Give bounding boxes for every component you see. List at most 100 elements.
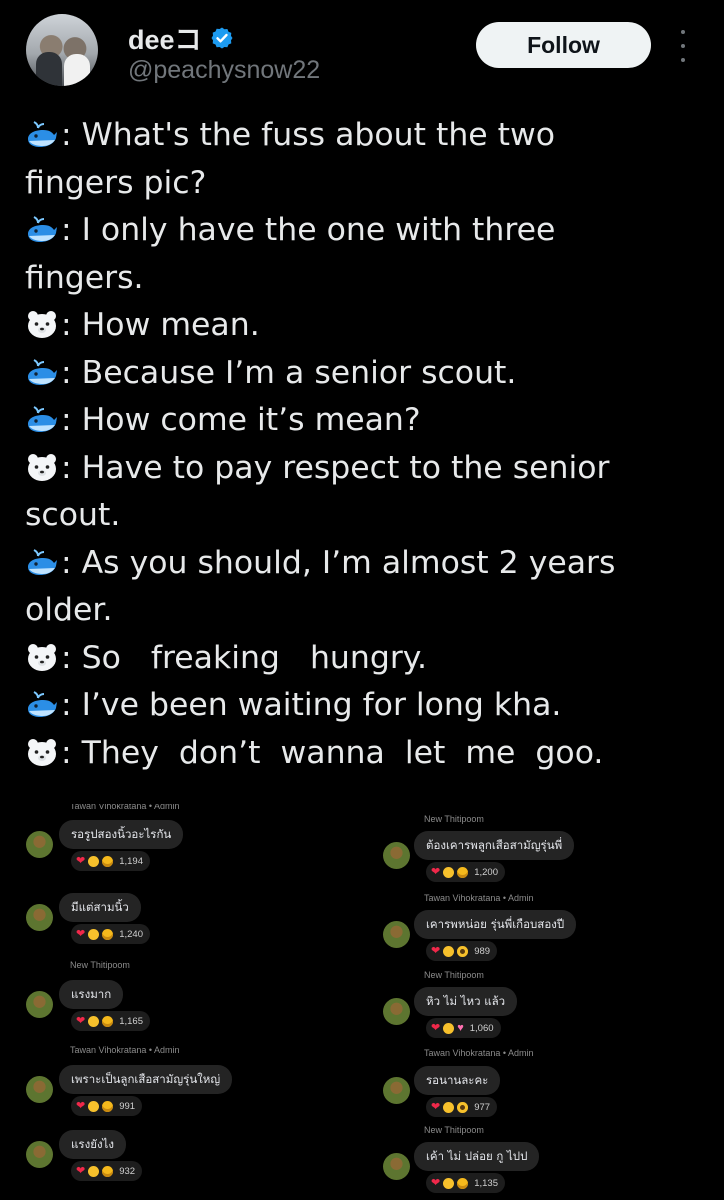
comment-bubble: มีแต่สามนิ้ว	[59, 893, 141, 922]
tweet-line-text: : They don’t wanna let me goo.	[61, 734, 604, 771]
heart-reaction-icon: ❤	[76, 1099, 86, 1112]
comment-author-name: New Thitipoom	[424, 1125, 484, 1135]
reaction-count: 1,060	[469, 1022, 494, 1034]
polar-bear-emoji-icon	[25, 306, 59, 338]
tweet-line: older.	[25, 587, 697, 635]
reaction-summary: ❤ 977	[426, 1097, 498, 1117]
heart-reaction-icon: ❤	[76, 927, 86, 940]
whale-emoji-icon	[25, 116, 59, 147]
comment-author-name: New Thitipoom	[70, 960, 130, 970]
reaction-summary: ❤ 991	[71, 1096, 143, 1116]
reaction-count: 989	[474, 945, 491, 957]
haha-reaction-icon	[88, 1100, 100, 1112]
wow-reaction-icon	[457, 1101, 469, 1113]
tweet-header: deeコ @peachysnow22 Follow	[0, 0, 724, 100]
comment-avatar	[383, 921, 410, 948]
tweet-line-text: older.	[25, 592, 113, 628]
tweet-line-text: fingers pic?	[25, 164, 207, 201]
tweet-line: : I only have the one with three	[25, 207, 697, 255]
comment-author-name: Tawan Vihokratana • Admin	[70, 804, 180, 810]
grin-reaction-icon	[457, 866, 469, 878]
verified-badge-icon	[211, 27, 233, 48]
reaction-summary: ❤ ♥ 1,060	[426, 1018, 501, 1038]
profile-avatar[interactable]	[26, 14, 98, 86]
tweet-line-text: : I only have the one with three	[61, 212, 556, 248]
name-row: deeコ	[128, 18, 234, 57]
polar-bear-emoji-icon	[25, 734, 59, 766]
follow-button[interactable]: Follow	[476, 22, 651, 68]
whale-emoji-icon	[25, 401, 59, 432]
tweet-line: : Because I’m a senior scout.	[25, 350, 697, 398]
display-name[interactable]: deeコ	[128, 18, 202, 57]
haha-reaction-icon	[443, 866, 455, 878]
reaction-count: 1,165	[119, 1015, 143, 1027]
comment-avatar	[383, 1077, 410, 1104]
tweet-line-text: fingers.	[25, 259, 144, 296]
grin-reaction-icon	[457, 1177, 469, 1189]
haha-reaction-icon	[443, 945, 455, 957]
comment-bubble: รอนานละคะ	[414, 1066, 501, 1095]
comment-bubble: แรงมาก	[59, 980, 124, 1009]
haha-reaction-icon	[88, 1015, 100, 1027]
polar-bear-emoji-icon	[25, 449, 59, 481]
tweet-line: scout.	[25, 492, 697, 540]
more-options-icon[interactable]	[676, 30, 690, 62]
haha-reaction-icon	[443, 1022, 455, 1034]
whale-emoji-icon	[25, 354, 59, 385]
comment-bubble: หิว ไม่ ไหว แล้ว	[414, 987, 518, 1016]
heart-reaction-icon: ❤	[431, 944, 441, 957]
tweet-line: : As you should, I’m almost 2 years	[25, 540, 697, 588]
care-reaction-icon: ♥	[457, 1021, 464, 1034]
heart-reaction-icon: ❤	[76, 854, 86, 867]
comment-author-name: Tawan Vihokratana • Admin	[70, 1045, 180, 1055]
polar-bear-emoji-icon	[25, 639, 59, 671]
reaction-count: 1,200	[474, 866, 498, 878]
tweet-line-text: : I’ve been waiting for long kha.	[61, 687, 562, 723]
comment-bubble: รอรูปสองนิ้วอะไรกัน	[59, 820, 184, 849]
whale-emoji-icon	[25, 544, 59, 575]
grin-reaction-icon	[102, 1165, 114, 1177]
reaction-count: 1,240	[119, 928, 143, 940]
reaction-summary: ❤ 989	[426, 941, 498, 961]
reaction-count: 932	[119, 1165, 136, 1177]
tweet-line-text: : How mean.	[61, 307, 260, 343]
tweet-line: : What's the fuss about the two	[25, 112, 697, 160]
heart-reaction-icon: ❤	[76, 1164, 86, 1177]
comment-avatar	[383, 998, 410, 1025]
grin-reaction-icon	[102, 928, 114, 940]
tweet-line: : So freaking hungry.	[25, 635, 697, 683]
user-handle[interactable]: @peachysnow22	[128, 56, 320, 85]
reaction-summary: ❤ 1,135	[426, 1173, 505, 1193]
haha-reaction-icon	[443, 1177, 455, 1189]
haha-reaction-icon	[88, 928, 100, 940]
comment-bubble: แรงยังไง	[59, 1130, 126, 1159]
tweet-line-text: : As you should, I’m almost 2 years	[61, 544, 616, 581]
comment-author-name: Tawan Vihokratana • Admin	[424, 1048, 534, 1058]
comment-avatar	[26, 991, 53, 1018]
whale-emoji-icon	[25, 211, 59, 242]
tweet-line: : How mean.	[25, 302, 697, 350]
comment-bubble: เคารพหน่อย รุ่นพี่เกือบสองปี	[414, 910, 577, 939]
tweet-line: fingers.	[25, 255, 697, 303]
comment-bubble: ต้องเคารพลูกเสือสามัญรุ่นพี่	[414, 831, 575, 860]
comment-author-name: New Thitipoom	[424, 814, 484, 824]
tweet-line-text: : How come it’s mean?	[61, 402, 421, 438]
tweet-line: : Have to pay respect to the senior	[25, 445, 697, 493]
comment-avatar	[383, 842, 410, 869]
whale-emoji-icon	[25, 686, 59, 717]
reaction-summary: ❤ 1,200	[426, 862, 505, 882]
grin-reaction-icon	[102, 1100, 114, 1112]
reaction-summary: ❤ 1,194	[71, 851, 150, 871]
grin-reaction-icon	[102, 1015, 114, 1027]
heart-reaction-icon: ❤	[431, 1100, 441, 1113]
haha-reaction-icon	[88, 1165, 100, 1177]
heart-reaction-icon: ❤	[431, 1176, 441, 1189]
comment-avatar	[26, 1141, 53, 1168]
comment-avatar	[26, 904, 53, 931]
tweet-line: : They don’t wanna let me goo.	[25, 730, 697, 778]
comment-author-name: New Thitipoom	[424, 970, 484, 980]
tweet-line-text: : So freaking hungry.	[61, 639, 427, 676]
wow-reaction-icon	[457, 945, 469, 957]
reaction-summary: ❤ 1,240	[71, 924, 150, 944]
grin-reaction-icon	[102, 855, 114, 867]
